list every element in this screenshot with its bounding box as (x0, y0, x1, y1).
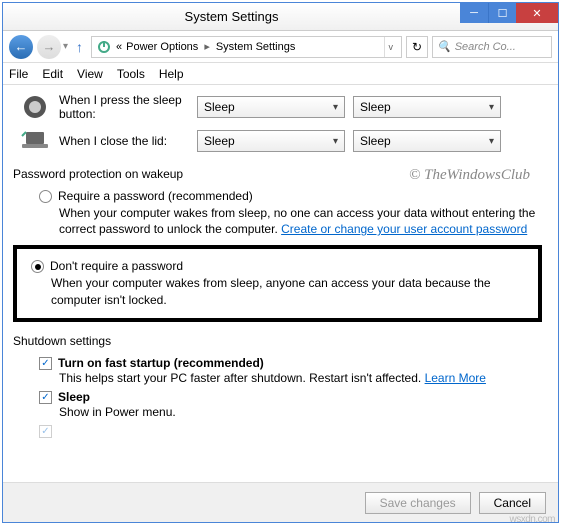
sleep-button-icon (19, 93, 51, 121)
dont-require-password-desc: When your computer wakes from sleep, any… (51, 275, 530, 307)
navbar: ← → ▾ ↑ « Power Options ▸ System Setting… (3, 31, 558, 63)
save-button[interactable]: Save changes (365, 492, 471, 514)
highlighted-option: Don't require a password When your compu… (13, 245, 542, 321)
forward-button[interactable]: → (37, 35, 61, 59)
nav-history-dropdown[interactable]: ▾ (63, 41, 68, 52)
sleep-button-battery-select[interactable]: Sleep (197, 96, 345, 118)
password-section-heading: Password protection on wakeup (13, 167, 542, 181)
window: System Settings ─ ☐ ✕ ← → ▾ ↑ « Power Op… (2, 2, 559, 523)
close-button[interactable]: ✕ (516, 3, 558, 23)
checkbox-icon (39, 391, 52, 404)
sleep-option[interactable]: Sleep (39, 390, 542, 404)
fast-startup-label: Turn on fast startup (recommended) (58, 356, 264, 370)
require-password-desc: When your computer wakes from sleep, no … (59, 205, 542, 237)
menu-tools[interactable]: Tools (117, 67, 145, 81)
maximize-button[interactable]: ☐ (488, 3, 516, 23)
laptop-icon (19, 127, 51, 155)
minimize-button[interactable]: ─ (460, 3, 488, 23)
require-password-option[interactable]: Require a password (recommended) (39, 189, 542, 203)
breadcrumb-item[interactable]: Power Options (126, 41, 198, 53)
truncated-option (39, 424, 542, 438)
breadcrumb-item[interactable]: System Settings (216, 41, 295, 53)
content-area: When I press the sleep button: Sleep Sle… (3, 85, 558, 482)
learn-more-link[interactable]: Learn More (425, 371, 486, 385)
address-dropdown[interactable]: v (384, 37, 398, 57)
fast-startup-desc: This helps start your PC faster after sh… (59, 370, 542, 386)
sleep-button-row: When I press the sleep button: Sleep Sle… (19, 93, 542, 121)
menu-file[interactable]: File (9, 67, 28, 81)
menubar: File Edit View Tools Help (3, 63, 558, 85)
sleep-button-plugged-select[interactable]: Sleep (353, 96, 501, 118)
menu-help[interactable]: Help (159, 67, 184, 81)
close-lid-row: When I close the lid: Sleep Sleep (19, 127, 542, 155)
titlebar: System Settings ─ ☐ ✕ (3, 3, 558, 31)
window-buttons: ─ ☐ ✕ (460, 3, 558, 30)
dont-require-password-option[interactable]: Don't require a password (31, 259, 530, 273)
breadcrumb-sep: « (116, 41, 122, 53)
source-watermark: wsxdn.com (509, 514, 555, 525)
close-lid-label: When I close the lid: (59, 134, 189, 148)
require-password-label: Require a password (recommended) (58, 189, 253, 203)
address-bar[interactable]: « Power Options ▸ System Settings v (91, 36, 402, 58)
back-button[interactable]: ← (9, 35, 33, 59)
checkbox-icon (39, 425, 52, 438)
search-icon: 🔍 (437, 40, 451, 53)
shutdown-section-heading: Shutdown settings (13, 334, 542, 348)
fast-startup-option[interactable]: Turn on fast startup (recommended) (39, 356, 542, 370)
window-title: System Settings (3, 9, 460, 24)
sleep-desc: Show in Power menu. (59, 404, 542, 420)
refresh-button[interactable]: ↻ (406, 36, 428, 58)
sleep-label: Sleep (58, 390, 90, 404)
shutdown-check-group: Turn on fast startup (recommended) This … (39, 356, 542, 438)
menu-edit[interactable]: Edit (42, 67, 63, 81)
cancel-button[interactable]: Cancel (479, 492, 546, 514)
power-icon (96, 39, 112, 55)
radio-icon (39, 190, 52, 203)
radio-icon (31, 260, 44, 273)
password-radio-group: Require a password (recommended) When yo… (39, 189, 542, 237)
dont-require-password-label: Don't require a password (50, 259, 183, 273)
change-password-link[interactable]: Create or change your user account passw… (281, 222, 527, 236)
search-placeholder: Search Co... (455, 41, 516, 53)
sleep-button-label: When I press the sleep button: (59, 93, 189, 121)
close-lid-battery-select[interactable]: Sleep (197, 130, 345, 152)
menu-view[interactable]: View (77, 67, 103, 81)
up-button[interactable]: ↑ (76, 39, 83, 55)
close-lid-plugged-select[interactable]: Sleep (353, 130, 501, 152)
checkbox-icon (39, 357, 52, 370)
breadcrumb-arrow: ▸ (204, 40, 210, 53)
footer: Save changes Cancel (3, 482, 558, 522)
search-input[interactable]: 🔍 Search Co... (432, 36, 552, 58)
